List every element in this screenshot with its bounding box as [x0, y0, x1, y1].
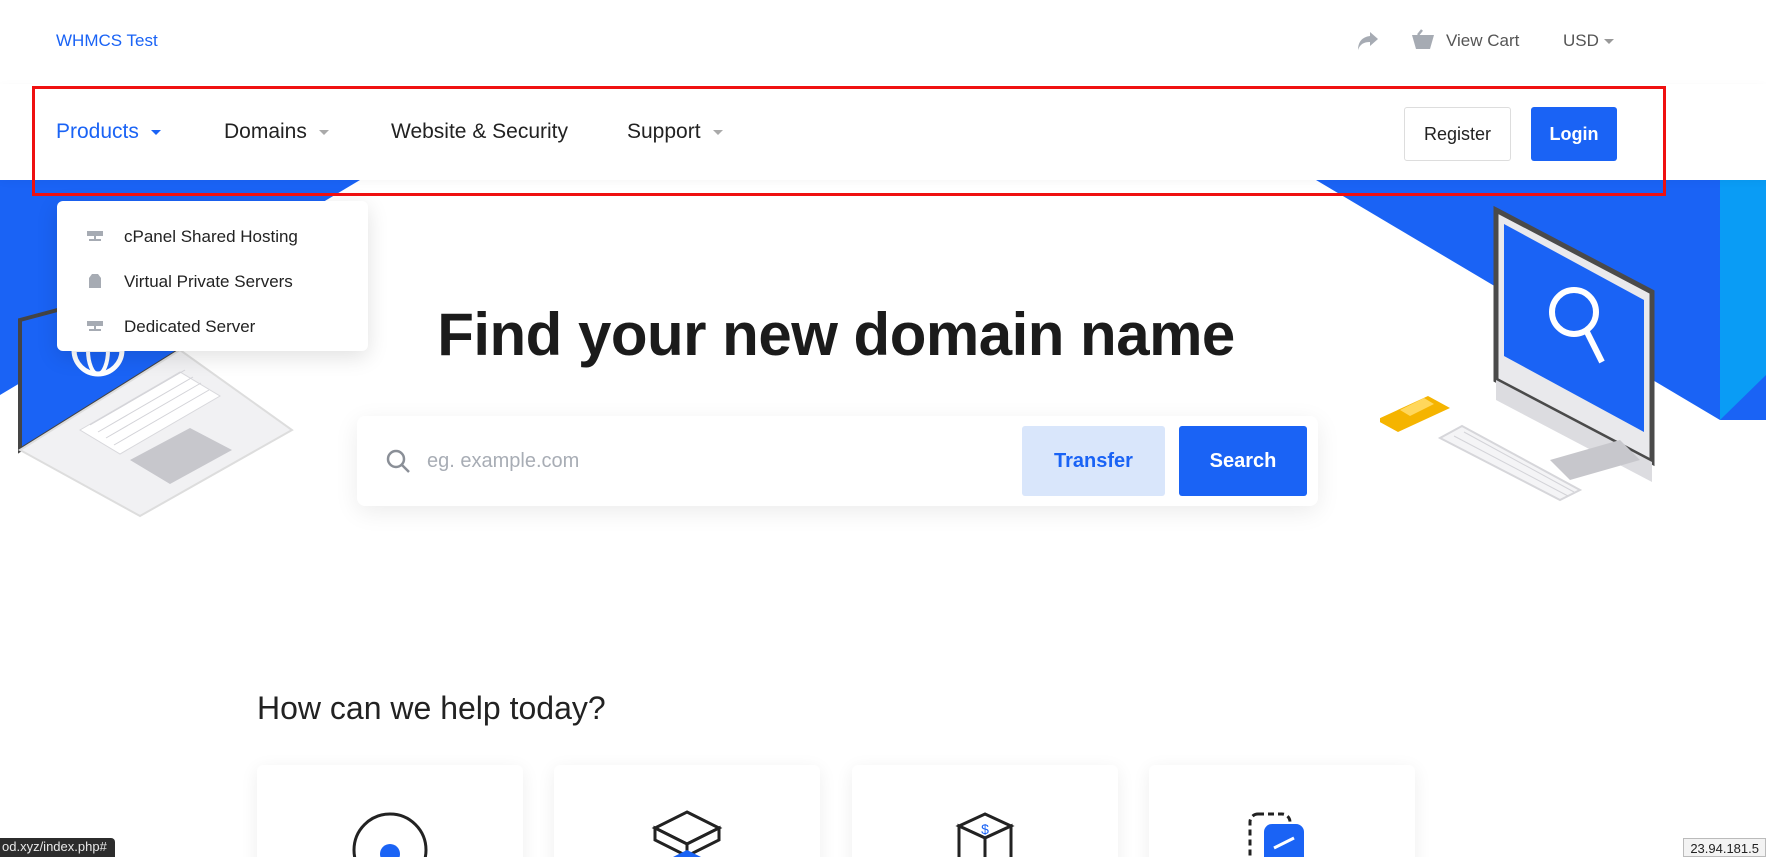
nav-products-label: Products	[56, 120, 139, 143]
chevron-down-icon	[150, 129, 161, 135]
help-card[interactable]	[1149, 765, 1415, 857]
register-button[interactable]: Register	[1404, 107, 1511, 161]
search-button[interactable]: Search	[1179, 426, 1307, 496]
currency-selector[interactable]: USD	[1563, 31, 1599, 51]
nav-support[interactable]: Support	[627, 84, 723, 180]
nav-website-security-label: Website & Security	[391, 120, 569, 143]
server-stack-icon	[651, 810, 723, 857]
support-ticket-icon	[1248, 812, 1304, 857]
domain-search-box: Transfer Search	[357, 416, 1318, 506]
login-button[interactable]: Login	[1531, 107, 1617, 161]
transfer-button[interactable]: Transfer	[1022, 426, 1165, 496]
brand-link[interactable]: WHMCS Test	[56, 31, 158, 51]
server-icon	[87, 321, 103, 331]
billing-box-icon: $	[955, 812, 1015, 857]
dropdown-item-shared-hosting[interactable]: cPanel Shared Hosting	[57, 214, 368, 259]
browser-status-url: od.xyz/index.php#	[0, 838, 115, 857]
svg-text:$: $	[981, 821, 989, 837]
dropdown-item-dedicated[interactable]: Dedicated Server	[57, 304, 368, 349]
help-card[interactable]	[257, 765, 523, 857]
dropdown-item-label: Virtual Private Servers	[124, 271, 293, 291]
server-icon	[87, 231, 103, 241]
view-cart-link[interactable]: View Cart	[1446, 31, 1519, 51]
main-navbar: Products Domains Website & Security Supp…	[0, 84, 1766, 180]
share-icon[interactable]	[1356, 30, 1380, 52]
chevron-down-icon	[1604, 39, 1614, 44]
search-icon	[386, 449, 410, 473]
chevron-down-icon	[318, 129, 329, 135]
nav-support-label: Support	[627, 120, 701, 143]
help-card[interactable]: $	[852, 765, 1118, 857]
box-icon	[89, 274, 101, 288]
domain-search-input[interactable]	[427, 438, 947, 484]
dropdown-item-label: Dedicated Server	[124, 316, 256, 336]
target-icon	[352, 812, 428, 857]
dropdown-item-vps[interactable]: Virtual Private Servers	[57, 259, 368, 304]
nav-products[interactable]: Products	[56, 84, 161, 180]
nav-domains-label: Domains	[224, 120, 307, 143]
help-heading: How can we help today?	[257, 690, 606, 726]
page: WHMCS Test View Cart USD Products Domain…	[0, 0, 1766, 857]
help-card[interactable]	[554, 765, 820, 857]
nav-website-security[interactable]: Website & Security	[391, 84, 568, 180]
nav-domains[interactable]: Domains	[224, 84, 329, 180]
products-dropdown: cPanel Shared Hosting Virtual Private Se…	[57, 201, 368, 351]
chevron-down-icon	[712, 129, 723, 135]
cart-icon[interactable]	[1410, 29, 1436, 53]
ip-address-badge: 23.94.181.5	[1683, 838, 1766, 857]
dropdown-item-label: cPanel Shared Hosting	[124, 226, 298, 246]
